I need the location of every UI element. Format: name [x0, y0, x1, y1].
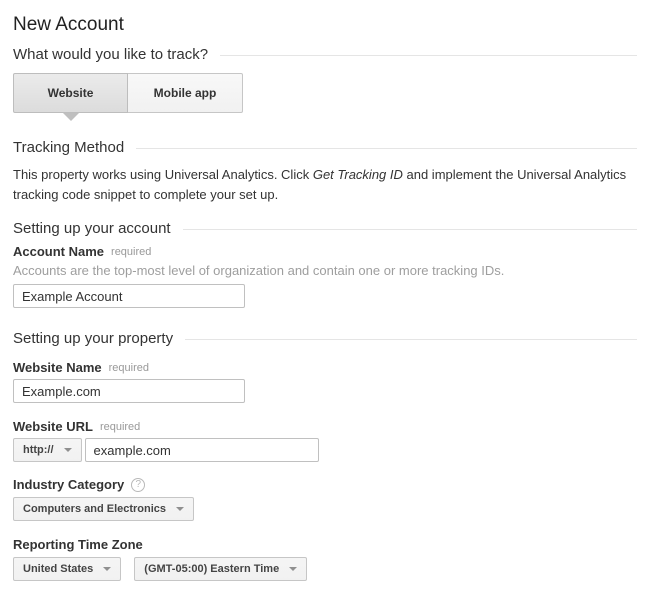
required-badge: required — [100, 419, 140, 435]
help-icon[interactable]: ? — [131, 478, 145, 492]
website-url-label: Website URL required — [13, 419, 637, 435]
website-url-input[interactable] — [85, 438, 319, 462]
industry-category-row: Computers and Electronics — [13, 497, 637, 521]
account-name-helper: Accounts are the top-most level of organ… — [13, 263, 637, 279]
heading-rule — [185, 339, 637, 340]
timezone-country-value: United States — [23, 563, 93, 575]
track-section-heading: What would you like to track? — [13, 46, 637, 64]
description-emphasis: Get Tracking ID — [313, 167, 403, 182]
timezone-country-dropdown[interactable]: United States — [13, 557, 121, 581]
tracking-method-heading-label: Tracking Method — [13, 139, 124, 157]
heading-rule — [183, 229, 637, 230]
account-name-label: Account Name required — [13, 244, 637, 260]
website-name-label-text: Website Name — [13, 360, 102, 376]
page-title: New Account — [13, 14, 637, 36]
account-name-input[interactable] — [13, 284, 245, 308]
url-protocol-value: http:// — [23, 444, 54, 456]
reporting-timezone-label: Reporting Time Zone — [13, 537, 637, 553]
url-protocol-dropdown[interactable]: http:// — [13, 438, 82, 462]
website-url-row: http:// — [13, 438, 637, 462]
property-section-heading-label: Setting up your property — [13, 330, 173, 348]
required-badge: required — [109, 360, 149, 376]
tab-group: Website Mobile app — [13, 73, 637, 113]
chevron-down-icon — [289, 567, 297, 571]
account-name-label-text: Account Name — [13, 244, 104, 260]
heading-rule — [136, 148, 637, 149]
tab-mobile-app-label: Mobile app — [154, 86, 217, 100]
tracking-method-heading: Tracking Method — [13, 139, 637, 157]
chevron-down-icon — [64, 448, 72, 452]
timezone-zone-value: (GMT-05:00) Eastern Time — [144, 563, 279, 575]
reporting-timezone-row: United States (GMT-05:00) Eastern Time — [13, 557, 637, 581]
property-section-heading: Setting up your property — [13, 330, 637, 348]
heading-rule — [220, 55, 637, 56]
tab-website[interactable]: Website — [13, 73, 128, 113]
industry-category-label: Industry Category ? — [13, 477, 637, 493]
description-text: This property works using Universal Anal… — [13, 167, 313, 182]
timezone-zone-dropdown[interactable]: (GMT-05:00) Eastern Time — [134, 557, 307, 581]
tab-mobile-app[interactable]: Mobile app — [128, 73, 243, 113]
required-badge: required — [111, 244, 151, 260]
industry-category-value: Computers and Electronics — [23, 503, 166, 515]
selected-tab-pointer-icon — [63, 113, 79, 121]
industry-category-label-text: Industry Category — [13, 477, 124, 493]
track-type-tabs: Website Mobile app — [13, 73, 637, 121]
chevron-down-icon — [103, 567, 111, 571]
website-url-label-text: Website URL — [13, 419, 93, 435]
reporting-timezone-label-text: Reporting Time Zone — [13, 537, 143, 553]
tab-website-label: Website — [48, 86, 94, 100]
industry-category-dropdown[interactable]: Computers and Electronics — [13, 497, 194, 521]
website-name-label: Website Name required — [13, 360, 637, 376]
website-name-input[interactable] — [13, 379, 245, 403]
account-section-heading-label: Setting up your account — [13, 220, 171, 238]
tracking-method-description: This property works using Universal Anal… — [13, 165, 637, 205]
track-section-heading-label: What would you like to track? — [13, 46, 208, 64]
new-account-page: New Account What would you like to track… — [0, 14, 650, 581]
chevron-down-icon — [176, 507, 184, 511]
account-section-heading: Setting up your account — [13, 220, 637, 238]
